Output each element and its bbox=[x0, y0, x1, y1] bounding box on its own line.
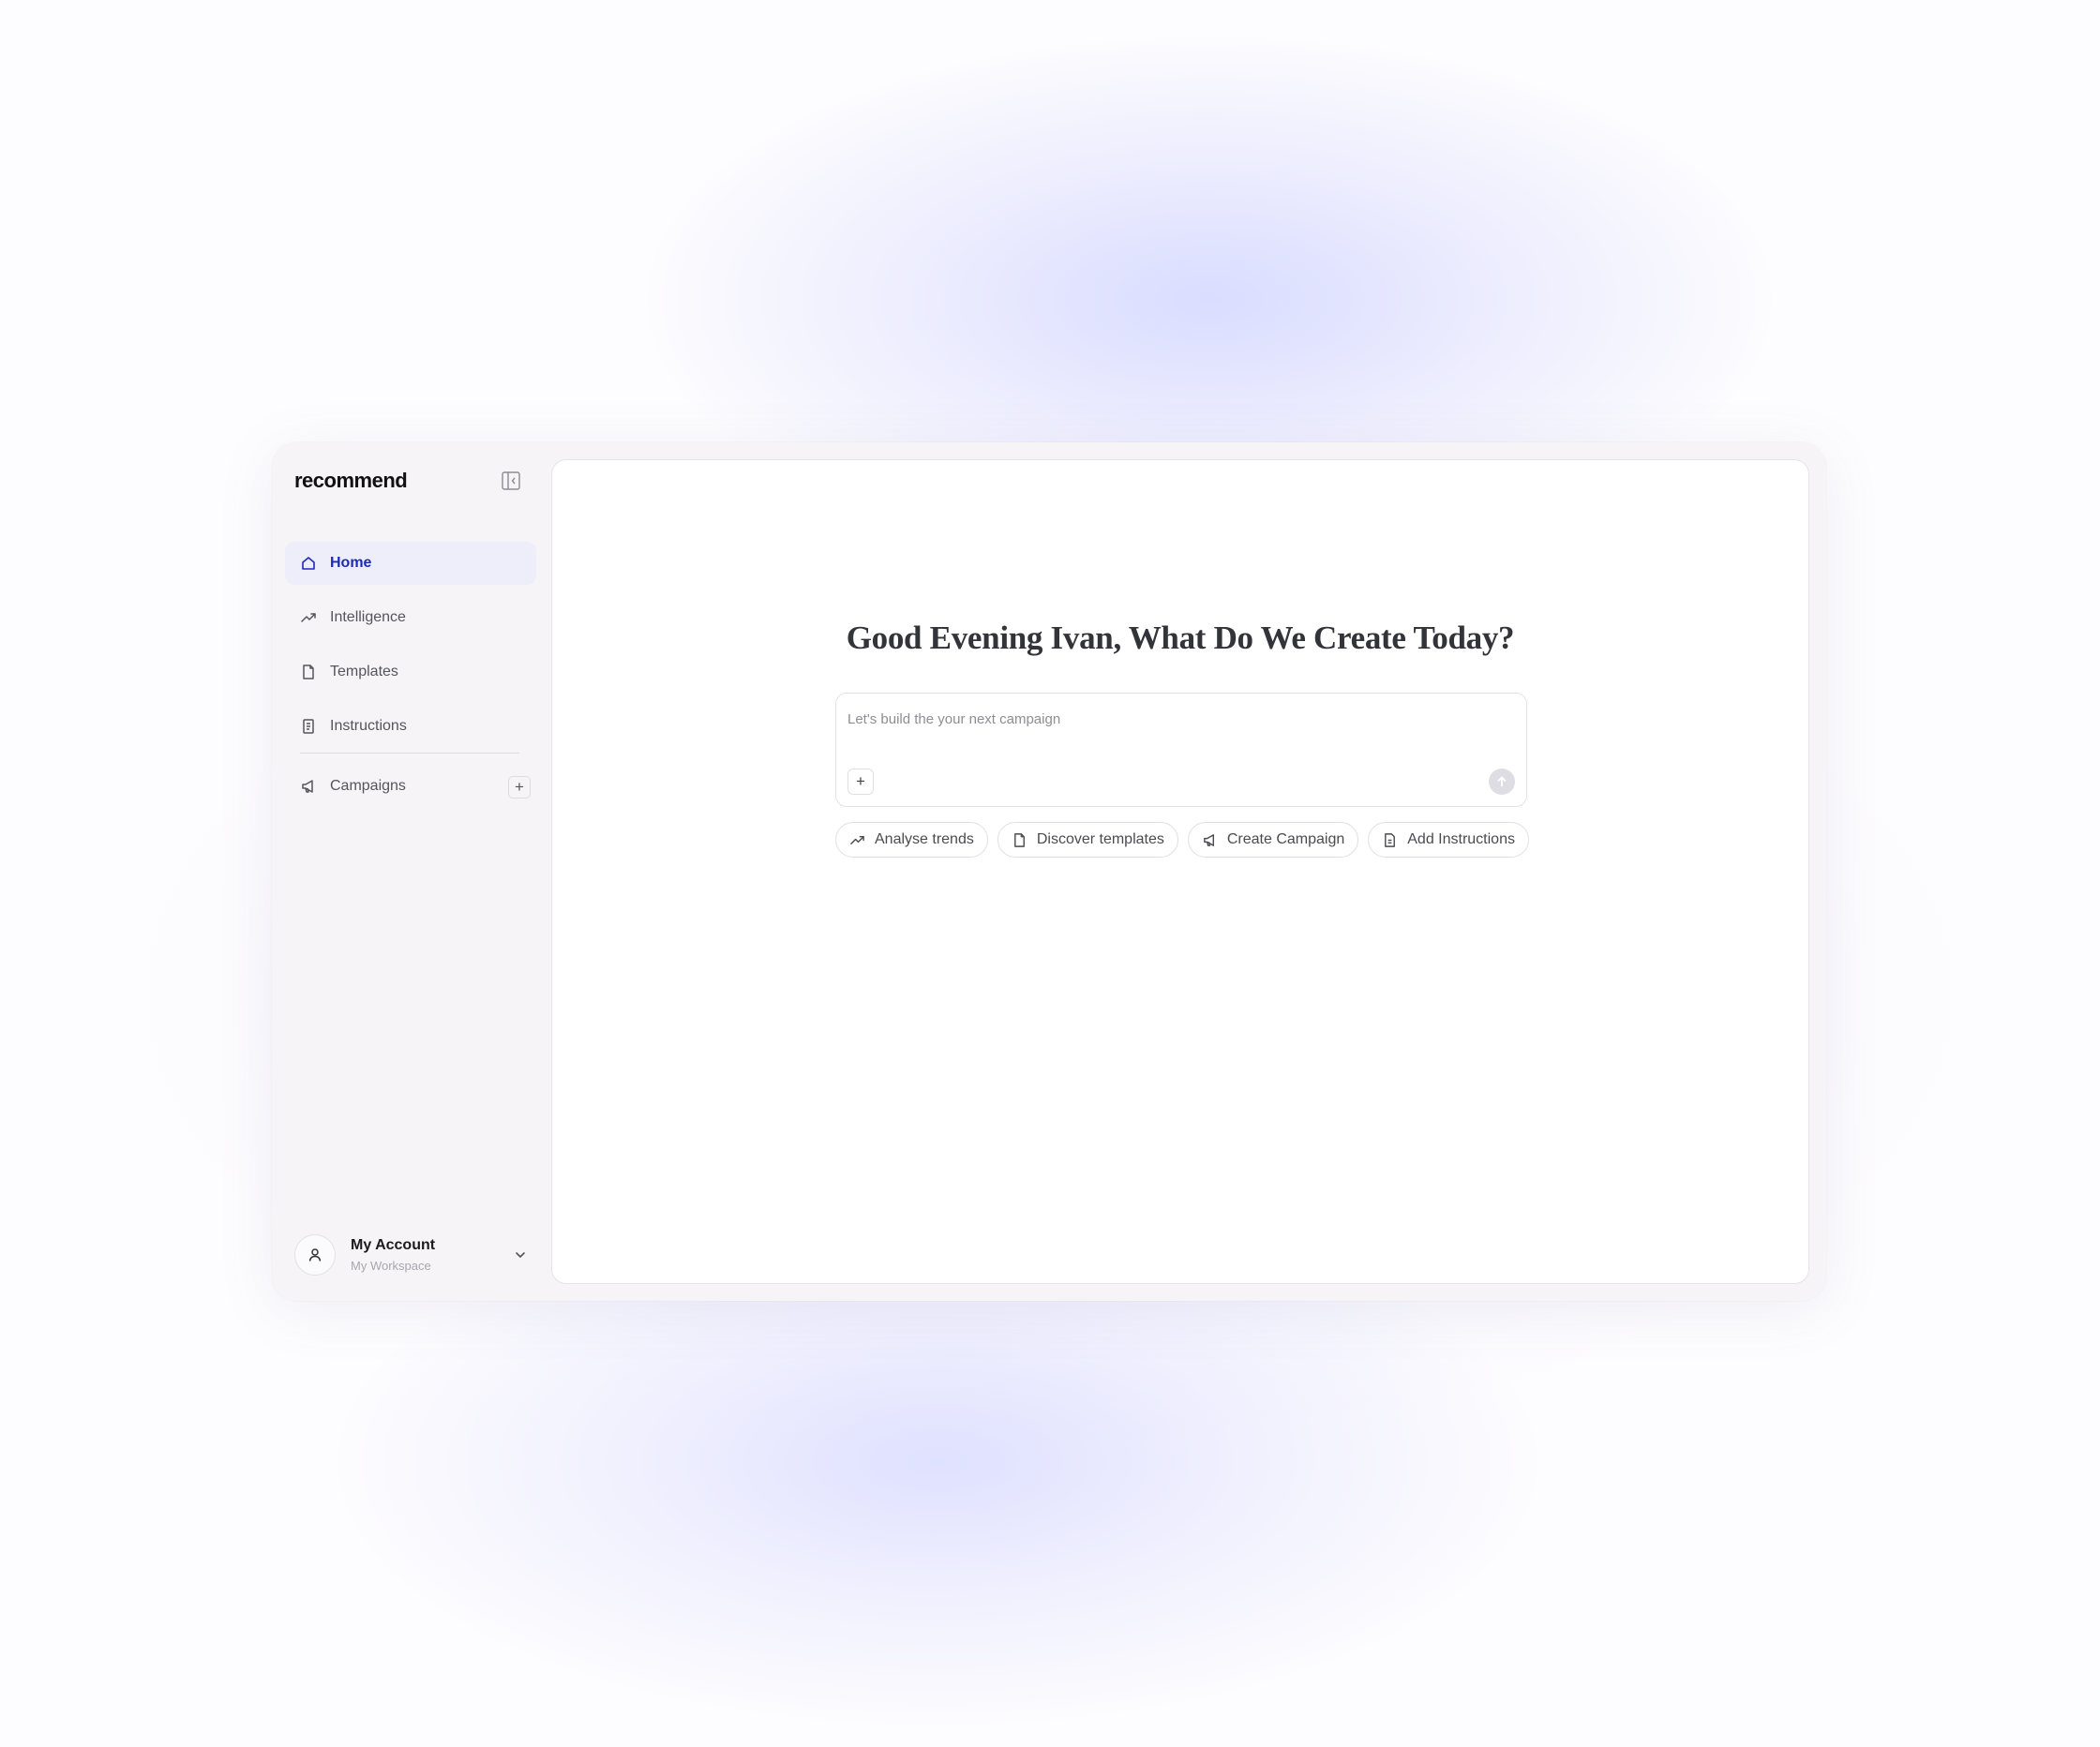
file-icon bbox=[1012, 832, 1028, 848]
analyse-trends-chip[interactable]: Analyse trends bbox=[835, 822, 988, 858]
document-text-icon bbox=[1382, 832, 1398, 848]
main-panel: Good Evening Ivan, What Do We Create Tod… bbox=[551, 459, 1809, 1284]
sidebar-item-instructions[interactable]: Instructions bbox=[285, 705, 536, 748]
add-campaign-button[interactable]: + bbox=[508, 776, 531, 799]
sidebar-item-label: Campaigns bbox=[330, 778, 406, 794]
home-icon bbox=[300, 555, 317, 572]
chip-label: Analyse trends bbox=[875, 831, 974, 847]
app-logo: recommend bbox=[294, 469, 408, 492]
sidebar-item-templates[interactable]: Templates bbox=[285, 650, 536, 694]
suggestion-chips: Analyse trends Discover templates Create… bbox=[835, 822, 1529, 858]
trending-up-icon bbox=[849, 832, 865, 848]
sidebar-item-label: Templates bbox=[330, 664, 398, 679]
sidebar-collapse-icon bbox=[502, 471, 520, 490]
attach-button[interactable]: + bbox=[848, 769, 874, 795]
user-icon bbox=[308, 1248, 322, 1262]
prompt-input[interactable] bbox=[848, 705, 1504, 733]
page-title: Good Evening Ivan, What Do We Create Tod… bbox=[846, 620, 1515, 656]
avatar bbox=[294, 1234, 336, 1276]
discover-templates-chip[interactable]: Discover templates bbox=[997, 822, 1178, 858]
sidebar: recommend Home Intelligence Templates In… bbox=[272, 442, 551, 1301]
add-instructions-chip[interactable]: Add Instructions bbox=[1368, 822, 1529, 858]
create-campaign-chip[interactable]: Create Campaign bbox=[1187, 822, 1359, 858]
file-icon bbox=[300, 664, 317, 680]
sidebar-item-label: Intelligence bbox=[330, 609, 406, 625]
megaphone-icon bbox=[1202, 832, 1218, 848]
sidebar-item-campaigns[interactable]: Campaigns + bbox=[285, 765, 536, 808]
sidebar-divider bbox=[300, 753, 519, 754]
sidebar-item-label: Home bbox=[330, 555, 372, 571]
account-name: My Account bbox=[351, 1237, 436, 1253]
prompt-composer: + bbox=[835, 693, 1527, 807]
chip-label: Discover templates bbox=[1036, 831, 1164, 847]
app-window: recommend Home Intelligence Templates In… bbox=[272, 442, 1826, 1301]
sidebar-item-label: Instructions bbox=[330, 718, 407, 734]
sidebar-item-home[interactable]: Home bbox=[285, 542, 536, 585]
account-switcher[interactable]: My Account My Workspace bbox=[294, 1232, 529, 1278]
megaphone-icon bbox=[300, 778, 317, 795]
sidebar-collapse-button[interactable] bbox=[501, 470, 521, 491]
sidebar-item-intelligence[interactable]: Intelligence bbox=[285, 596, 536, 639]
workspace-name: My Workspace bbox=[351, 1259, 431, 1273]
chip-label: Create Campaign bbox=[1226, 831, 1345, 847]
notebook-icon bbox=[300, 718, 317, 735]
trending-up-icon bbox=[300, 609, 317, 626]
arrow-up-icon bbox=[1497, 776, 1507, 787]
sidebar-nav: Home Intelligence Templates Instructions bbox=[285, 542, 536, 759]
send-button[interactable] bbox=[1489, 769, 1515, 795]
chevron-down-icon bbox=[512, 1247, 529, 1263]
chip-label: Add Instructions bbox=[1407, 831, 1515, 847]
